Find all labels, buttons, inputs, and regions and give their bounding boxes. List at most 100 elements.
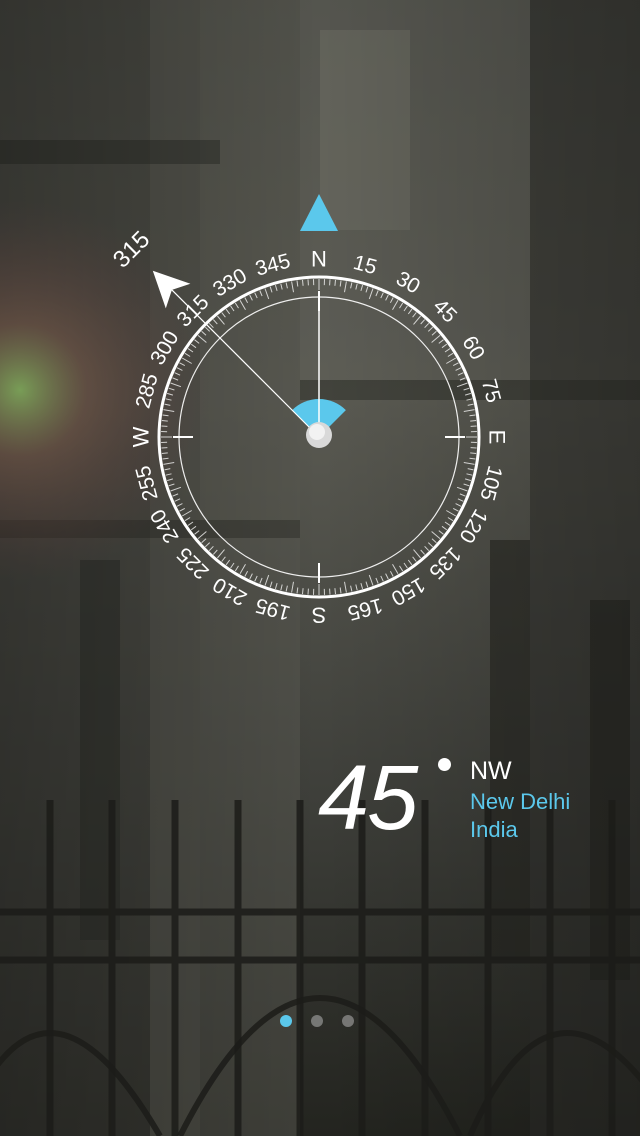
degree-tick: [217, 549, 225, 559]
degree-tick: [469, 414, 476, 417]
degree-tick: [165, 473, 172, 476]
degree-tick: [469, 457, 476, 460]
degree-tick: [413, 549, 421, 559]
degree-tick: [234, 565, 239, 572]
north-triangle-icon: [300, 194, 338, 231]
degree-tick: [452, 362, 459, 367]
degree-tick: [446, 510, 457, 517]
page-dot[interactable]: [280, 1015, 292, 1027]
degree-tick: [296, 280, 299, 287]
degree-tick: [212, 319, 218, 325]
degree-tick: [166, 478, 174, 482]
degree-tick: [161, 420, 168, 422]
degree-tick: [172, 377, 179, 381]
degree-tick: [368, 574, 374, 586]
degree-tick: [334, 588, 336, 595]
degree-tick: [344, 281, 347, 293]
degree-tick: [407, 308, 413, 315]
degree-tick: [176, 367, 183, 371]
degree-tick: [197, 335, 207, 343]
degree-tick: [280, 584, 283, 591]
dial-label: N: [311, 247, 327, 272]
degree-tick: [455, 367, 462, 371]
degree-tick: [254, 292, 258, 299]
degree-tick: [444, 521, 451, 526]
degree-tick: [441, 343, 448, 349]
degree-tick: [431, 335, 441, 343]
degree-tick: [350, 585, 353, 592]
degree-tick: [201, 538, 207, 544]
degree-tick: [392, 299, 399, 310]
degree-tick: [264, 574, 270, 586]
degree-tick: [172, 493, 179, 497]
degree-tick: [470, 452, 477, 454]
degree-tick: [269, 286, 273, 293]
dial-label: 30: [392, 267, 424, 299]
degree-tick: [163, 462, 175, 465]
degree-tick: [204, 542, 211, 548]
degree-tick: [184, 352, 191, 357]
dial-label: S: [312, 603, 327, 628]
degree-tick: [176, 503, 183, 507]
degree-symbol-icon: [438, 758, 451, 771]
page-dot[interactable]: [311, 1015, 323, 1027]
degree-tick: [259, 290, 263, 297]
degree-tick: [162, 457, 169, 460]
degree-tick: [412, 556, 417, 562]
degree-tick: [431, 531, 441, 539]
degree-tick: [165, 398, 172, 401]
degree-tick: [438, 530, 444, 535]
dial-label: 105: [475, 463, 506, 503]
direction-label: NW: [470, 757, 512, 785]
degree-tick: [187, 348, 194, 353]
degree-tick: [375, 577, 379, 584]
dial-label: 255: [131, 463, 162, 503]
degree-tick: [457, 372, 464, 376]
degree-tick: [380, 575, 384, 582]
degree-tick: [389, 297, 394, 304]
page-dot[interactable]: [342, 1015, 354, 1027]
page-indicator[interactable]: [280, 1015, 360, 1029]
degree-tick: [162, 414, 169, 417]
degree-tick: [274, 582, 278, 590]
degree-tick: [217, 315, 225, 325]
degree-tick: [466, 398, 473, 401]
degree-tick: [407, 559, 413, 566]
degree-tick: [166, 392, 174, 396]
degree-tick: [360, 284, 364, 292]
degree-tick: [164, 468, 171, 471]
degree-tick: [230, 562, 235, 569]
degree-tick: [365, 581, 369, 588]
degree-tick: [464, 478, 472, 482]
degree-tick: [221, 312, 226, 318]
degree-tick: [225, 559, 231, 566]
compass-static: N 1530456075E105120135150165S195210225240…: [108, 194, 510, 628]
center-hub-highlight: [309, 424, 325, 440]
degree-tick: [456, 382, 468, 388]
degree-tick: [420, 549, 426, 555]
compass-dial[interactable]: N 1530456075E105120135150165S195210225240…: [0, 0, 640, 1136]
degree-tick: [194, 530, 200, 535]
degree-tick: [274, 284, 278, 292]
degree-tick: [455, 503, 462, 507]
degree-tick: [350, 282, 353, 289]
degree-tick: [459, 377, 466, 381]
degree-tick: [355, 584, 358, 591]
degree-tick: [168, 387, 175, 391]
degree-tick: [179, 362, 186, 367]
degree-tick: [447, 352, 454, 357]
degree-tick: [389, 570, 394, 577]
dial-label: 285: [131, 371, 162, 411]
city-label: New Delhi: [470, 789, 571, 814]
degree-value: 45: [318, 747, 418, 849]
degree-tick: [174, 498, 181, 502]
degree-tick: [184, 517, 191, 522]
degree-tick: [403, 562, 408, 569]
degree-tick: [334, 279, 336, 286]
degree-tick: [269, 581, 273, 588]
degree-tick: [163, 409, 175, 412]
degree-tick: [239, 564, 246, 575]
dial-label: E: [485, 430, 510, 445]
degree-tick: [208, 545, 214, 552]
degree-tick: [339, 280, 342, 287]
